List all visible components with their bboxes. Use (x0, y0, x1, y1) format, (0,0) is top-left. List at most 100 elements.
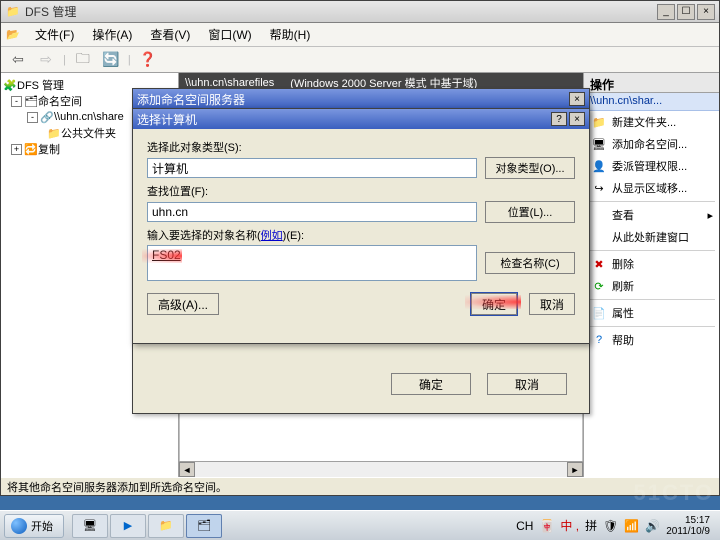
menu-view[interactable]: 查看(V) (142, 23, 198, 46)
object-type-label: 选择此对象类型(S): (147, 139, 575, 155)
action-refresh[interactable]: ⟳刷新 (584, 275, 719, 297)
clock[interactable]: 15:17 2011/10/9 (666, 515, 714, 537)
back-button[interactable]: ⇦ (7, 50, 29, 70)
action-new-folder[interactable]: 📁新建文件夹... (584, 111, 719, 133)
object-types-button[interactable]: 对象类型(O)... (485, 157, 575, 179)
titlebar[interactable]: 📁 DFS 管理 _ ☐ × (1, 1, 719, 23)
action-properties[interactable]: 📄属性 (584, 302, 719, 324)
menu-help[interactable]: 帮助(H) (262, 23, 319, 46)
system-tray: CH 🀄 中 , 拼 🛡 📶 🔊 15:17 2011/10/9 (510, 511, 720, 540)
network-icon[interactable]: 📶 (624, 519, 639, 533)
ime-extra[interactable]: 拼 (585, 517, 597, 534)
delete-icon: ✖ (592, 258, 606, 271)
locations-button[interactable]: 位置(L)... (485, 201, 575, 223)
clock-time: 15:17 (666, 515, 710, 526)
up-button[interactable]: 🗀 (72, 50, 94, 70)
action-delete[interactable]: ✖删除 (584, 253, 719, 275)
scroll-track[interactable] (195, 462, 567, 477)
expand-icon[interactable]: + (11, 144, 22, 155)
example-link[interactable]: 例如 (261, 230, 283, 242)
security-icon[interactable]: 🛡 (603, 519, 618, 533)
task-explorer[interactable]: 📁 (148, 514, 184, 538)
object-name-input[interactable]: FS02 (147, 245, 477, 281)
dlg1-ok-button[interactable]: 确定 (391, 373, 471, 395)
remove-icon: ↪ (592, 182, 606, 195)
action-view[interactable]: 查看▸ (584, 204, 719, 226)
start-orb-icon (11, 518, 27, 534)
task-server-manager[interactable]: 🖥 (72, 514, 108, 538)
actions-pane: 操作 \\uhn.cn\shar... 📁新建文件夹... 🖥添加命名空间...… (583, 73, 719, 477)
dfs-icon: 🧩 (3, 79, 17, 92)
tree-ns-label: 命名空间 (38, 93, 82, 109)
share-icon: 🔗 (40, 111, 54, 124)
dlg2-cancel-button[interactable]: 取消 (529, 293, 575, 315)
quick-launch: 🖥 ▶ 📁 🗂 (72, 514, 222, 538)
replication-icon: 🔁 (24, 143, 38, 156)
properties-icon: 📄 (592, 307, 606, 320)
minimize-button[interactable]: _ (657, 4, 675, 20)
dlg2-titlebar[interactable]: 选择计算机 ? × (133, 109, 589, 129)
dlg2-ok-button[interactable]: 确定 (471, 293, 517, 315)
tree-share-label: \\uhn.cn\share (54, 111, 124, 123)
folder-icon: 📂 (5, 27, 21, 43)
chevron-right-icon: ▸ (707, 209, 713, 222)
volume-icon[interactable]: 🔊 (645, 519, 660, 533)
dlg1-titlebar[interactable]: 添加命名空间服务器 × (133, 89, 589, 109)
action-remove-display[interactable]: ↪从显示区域移... (584, 177, 719, 199)
menu-file[interactable]: 文件(F) (27, 23, 82, 46)
status-text: 将其他命名空间服务器添加到所选命名空间。 (7, 479, 227, 495)
watermark: 51CTO (633, 480, 714, 506)
menu-action[interactable]: 操作(A) (84, 23, 140, 46)
scroll-left-icon[interactable]: ◄ (179, 462, 195, 477)
action-add-namespace[interactable]: 🖥添加命名空间... (584, 133, 719, 155)
help-icon[interactable]: ❓ (137, 50, 159, 70)
action-help[interactable]: ?帮助 (584, 329, 719, 351)
dlg2-title: 选择计算机 (137, 111, 551, 128)
lang-indicator[interactable]: CH (516, 519, 533, 533)
check-names-button[interactable]: 检查名称(C) (485, 252, 575, 274)
ime-icon[interactable]: 🀄 (539, 519, 554, 533)
task-powershell[interactable]: ▶ (110, 514, 146, 538)
dlg2-help-button[interactable]: ? (551, 112, 567, 126)
collapse-icon[interactable]: - (11, 96, 22, 107)
help-icon: ? (592, 334, 606, 346)
task-dfs[interactable]: 🗂 (186, 514, 222, 538)
actions-header: 操作 (584, 73, 719, 93)
dlg1-close-button[interactable]: × (569, 92, 585, 106)
select-computer-dialog: 选择计算机 ? × 选择此对象类型(S): 对象类型(O)... 查找位置(F)… (132, 108, 590, 344)
refresh-icon[interactable]: 🔄 (100, 50, 122, 70)
window-title: DFS 管理 (25, 3, 657, 20)
advanced-button[interactable]: 高级(A)... (147, 293, 219, 315)
dlg2-close-button[interactable]: × (569, 112, 585, 126)
forward-button[interactable]: ⇨ (35, 50, 57, 70)
start-button[interactable]: 开始 (4, 514, 64, 538)
delegate-icon: 👤 (592, 160, 606, 173)
location-field (147, 202, 477, 222)
refresh-icon: ⟳ (592, 280, 606, 293)
statusbar: 将其他命名空间服务器添加到所选命名空间。 (1, 477, 719, 495)
taskbar: 开始 🖥 ▶ 📁 🗂 CH 🀄 中 , 拼 🛡 📶 🔊 15:17 2011/1… (0, 510, 720, 540)
ime-status[interactable]: 中 , (560, 517, 579, 534)
hscrollbar[interactable]: ◄ ► (179, 461, 583, 477)
maximize-button[interactable]: ☐ (677, 4, 695, 20)
tree-pub-label: 公共文件夹 (61, 125, 116, 141)
tree-root-label: DFS 管理 (17, 77, 64, 93)
action-delegate[interactable]: 👤委派管理权限... (584, 155, 719, 177)
dlg1-title: 添加命名空间服务器 (137, 91, 569, 108)
close-button[interactable]: × (697, 4, 715, 20)
clock-date: 2011/10/9 (666, 526, 710, 537)
app-icon: 📁 (5, 4, 21, 20)
action-new-window[interactable]: 从此处新建窗口 (584, 226, 719, 248)
collapse-icon[interactable]: - (27, 112, 38, 123)
object-type-field (147, 158, 477, 178)
location-label: 查找位置(F): (147, 183, 575, 199)
menu-window[interactable]: 窗口(W) (200, 23, 259, 46)
server-plus-icon: 🖥 (592, 138, 606, 151)
object-name-value: FS02 (152, 248, 181, 262)
dlg1-cancel-button[interactable]: 取消 (487, 373, 567, 395)
menubar: 📂 文件(F) 操作(A) 查看(V) 窗口(W) 帮助(H) (1, 23, 719, 47)
folder-plus-icon: 📁 (592, 116, 606, 129)
scroll-right-icon[interactable]: ► (567, 462, 583, 477)
actions-context: \\uhn.cn\shar... (584, 93, 719, 111)
object-name-label: 输入要选择的对象名称(例如)(E): (147, 227, 575, 243)
